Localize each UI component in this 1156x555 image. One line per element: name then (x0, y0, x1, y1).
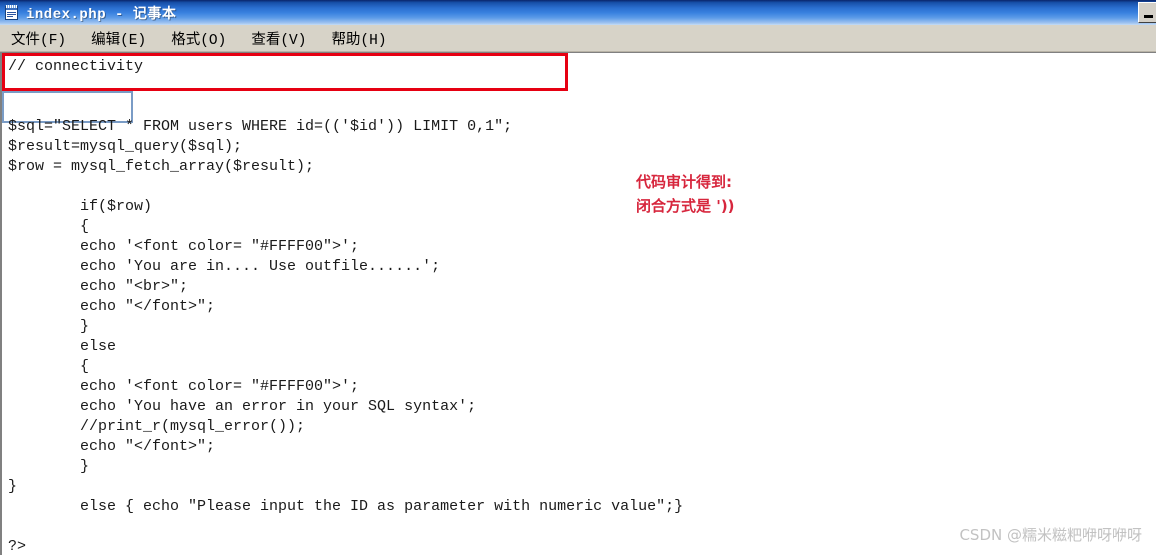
code-line: $sql="SELECT * FROM users WHERE id=(('$i… (8, 118, 513, 135)
code-line: else { echo "Please input the ID as para… (8, 498, 684, 515)
code-line: ?> (8, 538, 27, 555)
annotation-note-line: 代码审计得到: (636, 173, 732, 191)
code-line: // connectivity (8, 58, 144, 75)
code-line: { (8, 218, 90, 235)
menu-item-file[interactable]: 文件(F) (7, 26, 76, 51)
code-line: echo 'You have an error in your SQL synt… (8, 398, 477, 415)
menu-item-edit[interactable]: 编辑(E) (87, 26, 156, 51)
notepad-icon (4, 4, 20, 21)
notepad-window: index.php - 记事本 文件(F) 编辑(E) 格式(O) 查看(V) … (0, 0, 1156, 555)
minimize-icon (1144, 15, 1153, 18)
title-bar-left: index.php - 记事本 (0, 3, 1156, 23)
menu-bar: 文件(F) 编辑(E) 格式(O) 查看(V) 帮助(H) (0, 25, 1156, 52)
watermark-label: CSDN @糯米糍粑咿呀咿呀 (959, 526, 1142, 544)
menu-item-help[interactable]: 帮助(H) (327, 26, 396, 51)
code-line: if($row) (8, 198, 153, 215)
code-line: $result=mysql_query($sql); (8, 138, 243, 155)
code-line: } (8, 478, 18, 495)
code-line: { (8, 358, 90, 375)
text-editor-area[interactable]: // connectivity $sql="SELECT * FROM user… (0, 52, 1156, 555)
title-bar[interactable]: index.php - 记事本 (0, 0, 1156, 25)
code-line: //print_r(mysql_error()); (8, 418, 306, 435)
code-line: echo "<br>"; (8, 278, 189, 295)
menu-item-format[interactable]: 格式(O) (167, 26, 236, 51)
menu-item-view[interactable]: 查看(V) (247, 26, 316, 51)
code-line: $row = mysql_fetch_array($result); (8, 158, 315, 175)
php-source-code[interactable]: // connectivity $sql="SELECT * FROM user… (8, 57, 683, 555)
code-line: else (8, 338, 117, 355)
minimize-button[interactable] (1138, 2, 1156, 23)
code-line: echo '<font color= "#FFFF00">'; (8, 378, 360, 395)
code-line: echo "</font>"; (8, 438, 216, 455)
code-line: } (8, 458, 90, 475)
code-line: echo "</font>"; (8, 298, 216, 315)
annotation-note-line: 闭合方式是 ')) (636, 197, 735, 215)
code-line: echo '<font color= "#FFFF00">'; (8, 238, 360, 255)
window-title: index.php - 记事本 (26, 6, 177, 23)
audit-annotation-note: 代码审计得到: 闭合方式是 ')) (636, 170, 735, 218)
code-line: echo 'You are in.... Use outfile......'; (8, 258, 441, 275)
code-line: } (8, 318, 90, 335)
